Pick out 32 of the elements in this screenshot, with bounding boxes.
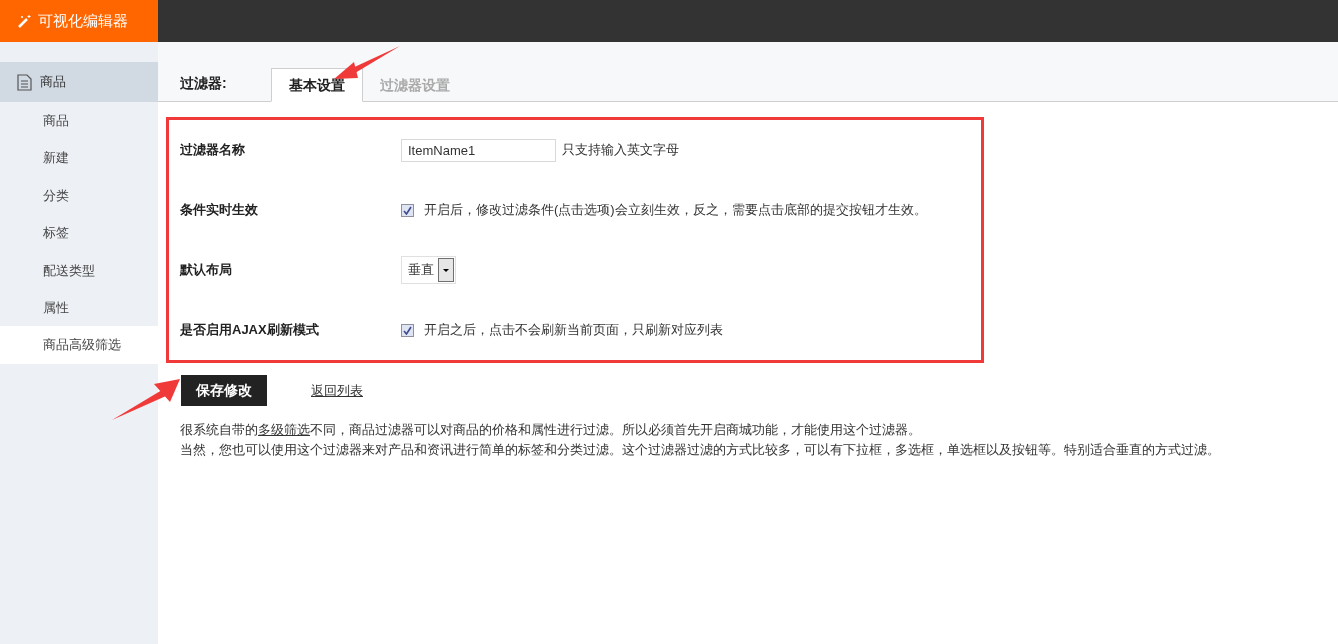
sidebar-item[interactable]: 标签 <box>0 214 158 252</box>
checkbox[interactable] <box>401 203 414 217</box>
hint-text: 开启之后，点击不会刷新当前页面，只刷新对应列表 <box>424 321 723 340</box>
field-label: 默认布局 <box>180 261 233 280</box>
name-input-field[interactable]: ItemName1 <box>401 138 556 162</box>
multi-level-filter-link[interactable]: 多级筛选 <box>258 422 310 437</box>
check-icon <box>403 205 412 215</box>
field-label: 是否启用AJAX刷新模式 <box>180 321 320 340</box>
layout-select[interactable]: 垂直 <box>401 256 456 284</box>
hint-text: 开启后，修改过滤条件(点击选项)会立刻生效，反之，需要点击底部的提交按钮才生效。 <box>424 201 927 220</box>
document-icon <box>17 73 32 91</box>
sidebar-item[interactable]: 新建 <box>0 139 158 177</box>
description-text: 当然，您也可以使用这个过滤器来对产品和资讯进行简单的标签和分类过滤。这个过滤器过滤的方式比较多，可以有下拉框，多选框，单选框以及按钮等。特别适合垂直的方式过滤。 <box>180 441 1221 459</box>
sidebar-item[interactable]: 配送类型 <box>0 251 158 289</box>
hint-text: 只支持输入英文字母 <box>562 141 679 160</box>
sidebar-section-header[interactable]: 商品 <box>0 62 158 102</box>
dropdown-caret-icon <box>438 258 454 282</box>
magic-wand-icon <box>18 14 32 28</box>
sidebar-item[interactable]: 属性 <box>0 288 158 327</box>
app-title: 可视化编辑器 <box>38 10 128 31</box>
field-label: 条件实时生效 <box>180 201 259 220</box>
tabs-label: 过滤器: <box>180 74 227 93</box>
checkbox[interactable] <box>401 323 414 337</box>
save-button[interactable]: 保存修改 <box>181 375 267 406</box>
sidebar-item[interactable]: 商品 <box>0 102 158 140</box>
sidebar-item[interactable]: 商品高级筛选 <box>0 326 158 364</box>
description-text: 很系统自带的多级筛选不同，商品过滤器可以对商品的价格和属性进行过滤。所以必须首先开启商城功能，才能使用这个过滤器。 <box>180 421 922 439</box>
tab[interactable]: 基本设置 <box>270 68 363 102</box>
back-to-list-link[interactable]: 返回列表 <box>311 380 363 401</box>
check-icon <box>403 325 412 335</box>
sidebar-item[interactable]: 分类 <box>0 176 158 215</box>
field-label: 过滤器名称 <box>180 141 246 160</box>
